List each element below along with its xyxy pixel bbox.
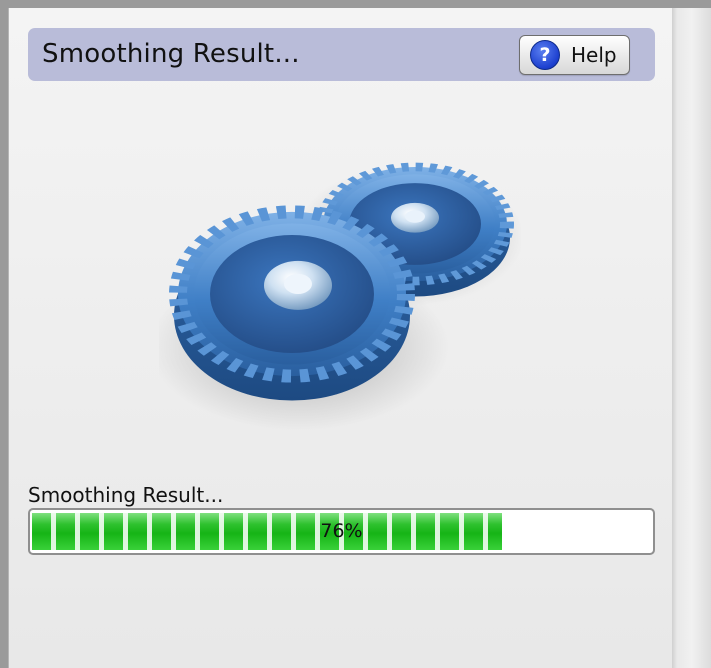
dialog-header: Smoothing Result... ? Help [28, 28, 655, 81]
question-mark-icon: ? [530, 40, 560, 70]
progress-label: Smoothing Result... [28, 483, 224, 507]
help-button[interactable]: ? Help [519, 35, 630, 75]
progress-percent: 76% [320, 520, 363, 542]
window-side-panel [672, 8, 711, 668]
gears-icon [159, 162, 521, 431]
dialog-panel: Smoothing Result... ? Help Smoothing Res… [8, 8, 673, 668]
progress-bar: 76% [28, 508, 655, 555]
dialog-title: Smoothing Result... [42, 39, 300, 69]
help-button-label: Help [571, 43, 617, 67]
